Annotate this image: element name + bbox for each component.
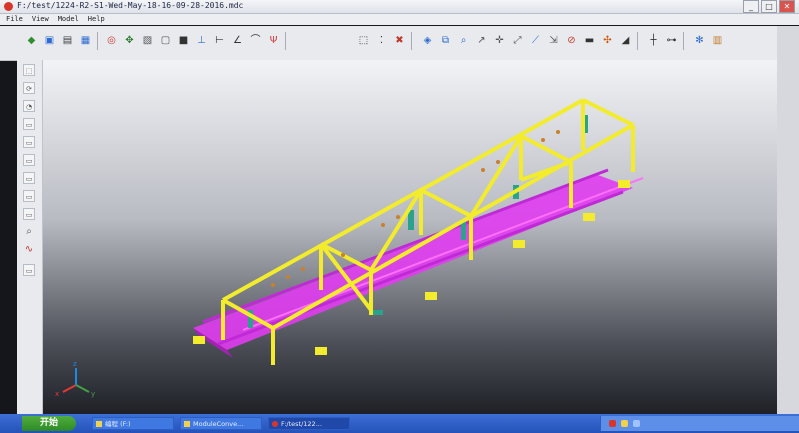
maximize-button[interactable]: □ <box>761 0 777 13</box>
system-tray <box>600 416 799 431</box>
menu-help[interactable]: Help <box>88 14 105 25</box>
taskbar-button-label: 编程 (F:) <box>105 420 131 428</box>
taskbar-button-label: ModuleConve... <box>193 420 244 428</box>
start-button[interactable]: 开始 <box>22 416 76 431</box>
save-icon[interactable]: ▣ <box>42 33 57 48</box>
save-as-icon[interactable]: ▤ <box>60 33 75 48</box>
move-icon[interactable]: ↗ <box>474 33 489 48</box>
tray-icon[interactable] <box>621 420 628 427</box>
axis-triad: x y z <box>55 360 95 398</box>
taskbar-button-model-viewer[interactable]: F:/test/122... <box>268 417 350 430</box>
node-icon[interactable]: ⊥ <box>194 33 209 48</box>
zoom-box-icon[interactable]: ▧ <box>140 33 155 48</box>
mirror-icon[interactable]: ⧉ <box>438 33 453 48</box>
delete-icon[interactable]: ✖ <box>392 33 407 48</box>
curve-tool-icon[interactable]: ∿ <box>23 244 35 256</box>
fit-view-icon[interactable]: ▢ <box>158 33 173 48</box>
rotate-view-icon[interactable]: ◎ <box>104 33 119 48</box>
slope-icon[interactable]: ◢ <box>618 33 633 48</box>
magnify-icon[interactable]: ⌕ <box>456 33 471 48</box>
settings-icon[interactable]: ✻ <box>692 33 707 48</box>
title-bar: F:/test/1224-R2-S1-Wed-May-18-16-09-28-2… <box>0 0 799 14</box>
taskbar-button-moduleconverter[interactable]: ModuleConve... <box>180 417 262 430</box>
model-viewport[interactable]: x y z <box>43 60 777 414</box>
distance-icon[interactable]: ⟋ <box>528 33 543 48</box>
left-tool-sidebar: ⬚ ⟳ ◔ ▭ ▭ ▭ ▭ ▭ ▭ ⌕ ∿ ▭ <box>17 60 43 414</box>
minimize-button[interactable]: _ <box>743 0 759 13</box>
toolbar-separator <box>683 32 684 50</box>
select-tool-icon[interactable]: ⬚ <box>23 64 35 76</box>
axis-y-label: y <box>91 390 95 398</box>
menu-file[interactable]: File <box>6 14 23 25</box>
tray-icon[interactable] <box>633 420 640 427</box>
os-taskbar: 开始 编程 (F:) ModuleConve... F:/test/122... <box>0 414 799 433</box>
section-tool-icon[interactable]: ▭ <box>23 118 35 130</box>
points-icon[interactable]: ⁚ <box>374 33 389 48</box>
window-right-border <box>777 26 799 414</box>
taskbar-button-label: F:/test/122... <box>281 420 322 428</box>
section-icon[interactable]: Ψ <box>266 33 281 48</box>
print-icon[interactable]: ▦ <box>78 33 93 48</box>
toolbar-separator <box>285 32 286 50</box>
grid-tool-icon[interactable]: ▭ <box>23 154 35 166</box>
app-window-icon <box>184 421 190 427</box>
crosshair-icon[interactable]: ┼ <box>646 33 661 48</box>
folder-icon <box>96 421 102 427</box>
measure-tool-icon[interactable]: ▭ <box>23 172 35 184</box>
help-book-icon[interactable]: ▥ <box>710 33 725 48</box>
rotate-tool-icon[interactable]: ⟳ <box>23 82 35 94</box>
structural-model: x y z <box>55 98 644 398</box>
truss-icon[interactable]: ▬ <box>582 33 597 48</box>
toolbar-separator <box>411 32 412 50</box>
load-icon[interactable]: ✣ <box>600 33 615 48</box>
axis-x-label: x <box>55 390 59 398</box>
app-icon <box>272 421 278 427</box>
info-tool-icon[interactable]: ▭ <box>23 208 35 220</box>
list-tool-icon[interactable]: ▭ <box>23 190 35 202</box>
arc-icon[interactable]: ⌒ <box>248 33 263 48</box>
menu-bar: File View Model Help <box>0 14 799 25</box>
beam-icon[interactable]: ⊢ <box>212 33 227 48</box>
close-button[interactable]: ✕ <box>779 0 795 13</box>
solid-view-icon[interactable]: ■ <box>176 33 191 48</box>
orbit-tool-icon[interactable]: ◔ <box>23 100 35 112</box>
app-icon <box>4 2 13 11</box>
dimension-icon[interactable]: ⇲ <box>546 33 561 48</box>
copy-icon[interactable]: ◈ <box>420 33 435 48</box>
link-icon[interactable]: ⊶ <box>664 33 679 48</box>
window-title: F:/test/1224-R2-S1-Wed-May-18-16-09-28-2… <box>17 1 244 10</box>
main-toolbar: ◆ ▣ ▤ ▦ ◎ ✥ ▧ ▢ ■ ⊥ ⊢ ∠ ⌒ Ψ 20 ⬚ ⁚ ✖ ◈ ⧉… <box>0 26 799 71</box>
toolbar-separator <box>97 32 98 50</box>
toolbar-separator <box>637 32 638 50</box>
cut-icon[interactable]: ⊘ <box>564 33 579 48</box>
layer-tool-icon[interactable]: ▭ <box>23 136 35 148</box>
extend-icon[interactable]: ⤢ <box>510 33 525 48</box>
angle-icon[interactable]: ∠ <box>230 33 245 48</box>
zoom-tool-icon[interactable]: ⌕ <box>23 226 35 238</box>
snap-icon[interactable]: ✛ <box>492 33 507 48</box>
taskbar-button-explorer[interactable]: 编程 (F:) <box>92 417 174 430</box>
tray-icon[interactable] <box>609 420 616 427</box>
menu-view[interactable]: View <box>32 14 49 25</box>
select-icon[interactable]: ⬚ <box>356 33 371 48</box>
open-file-icon[interactable]: ◆ <box>24 33 39 48</box>
panel-tool-icon[interactable]: ▭ <box>23 264 35 276</box>
window-controls: _ □ ✕ <box>743 0 795 13</box>
menu-model[interactable]: Model <box>58 14 79 25</box>
pan-view-icon[interactable]: ✥ <box>122 33 137 48</box>
axis-z-label: z <box>73 360 77 368</box>
